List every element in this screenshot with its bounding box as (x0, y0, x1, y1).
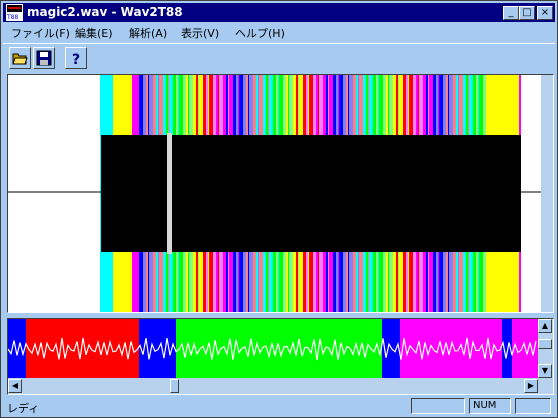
maximize-button[interactable]: □ (519, 6, 535, 20)
waveform-envelope (101, 135, 521, 252)
maximize-icon: □ (522, 7, 532, 18)
bit-segment (26, 319, 139, 378)
scroll-up-button[interactable]: ▲ (538, 319, 552, 333)
bit-segment (8, 319, 26, 378)
menu-help[interactable]: ヘルプ(H) (235, 25, 285, 41)
close-icon: × (540, 7, 550, 18)
minimize-button[interactable]: _ (503, 6, 519, 20)
arrow-right-icon: ▶ (527, 381, 535, 390)
help-question-icon: ? (72, 52, 80, 66)
arrow-up-icon: ▲ (541, 321, 549, 330)
scroll-right-button[interactable]: ▶ (524, 379, 538, 393)
waveform-detail-canvas[interactable] (8, 319, 538, 378)
window-title: magic2.wav - Wav2T88 (27, 5, 183, 19)
menu-analyze[interactable]: 解析(A) (129, 25, 167, 41)
menu-file[interactable]: ファイル(F) (11, 25, 70, 41)
toolbar: ? (3, 43, 555, 72)
waveform-detail[interactable]: ▲ ▼ ◀ ▶ (7, 318, 554, 395)
open-button[interactable] (9, 47, 31, 69)
vertical-scrollbar[interactable] (541, 75, 553, 312)
scroll-down-button[interactable]: ▼ (538, 364, 552, 378)
title-bar[interactable]: T88 magic2.wav - Wav2T88 _ □ × (3, 3, 555, 22)
waveform-overview-canvas[interactable] (8, 75, 541, 312)
minimize-icon: _ (508, 7, 514, 18)
status-text: レディ (7, 402, 40, 415)
horizontal-scrollbar[interactable]: ◀ ▶ (8, 378, 553, 394)
status-pane-3 (515, 398, 551, 414)
menu-bar: ファイル(F) 編集(E) 解析(A) 表示(V) ヘルプ(H) (3, 23, 555, 41)
scroll-left-button[interactable]: ◀ (8, 379, 22, 393)
menu-edit[interactable]: 編集(E) (75, 25, 113, 41)
status-pane-1 (411, 398, 465, 414)
help-button[interactable]: ? (65, 47, 87, 69)
app-icon: T88 (6, 4, 23, 21)
save-disk-icon (36, 50, 52, 66)
svg-text:?: ? (72, 52, 80, 66)
cursor-marker (167, 133, 172, 254)
arrow-down-icon: ▼ (541, 366, 549, 375)
waveform-overview[interactable] (7, 74, 554, 313)
save-button[interactable] (33, 47, 55, 69)
num-lock-indicator: NUM (469, 398, 511, 414)
main-window: T88 magic2.wav - Wav2T88 _ □ × ファイル(F) 編… (0, 0, 558, 418)
vertical-scroll-thumb[interactable] (538, 339, 552, 349)
status-bar: レディ NUM (3, 397, 555, 416)
svg-text:T88: T88 (6, 14, 18, 21)
horizontal-scroll-thumb[interactable] (170, 379, 179, 393)
detail-vertical-scrollbar[interactable]: ▲ ▼ (538, 319, 553, 378)
open-folder-icon (12, 53, 28, 65)
close-button[interactable]: × (537, 6, 553, 20)
menu-view[interactable]: 表示(V) (181, 25, 219, 41)
arrow-left-icon: ◀ (11, 381, 19, 390)
